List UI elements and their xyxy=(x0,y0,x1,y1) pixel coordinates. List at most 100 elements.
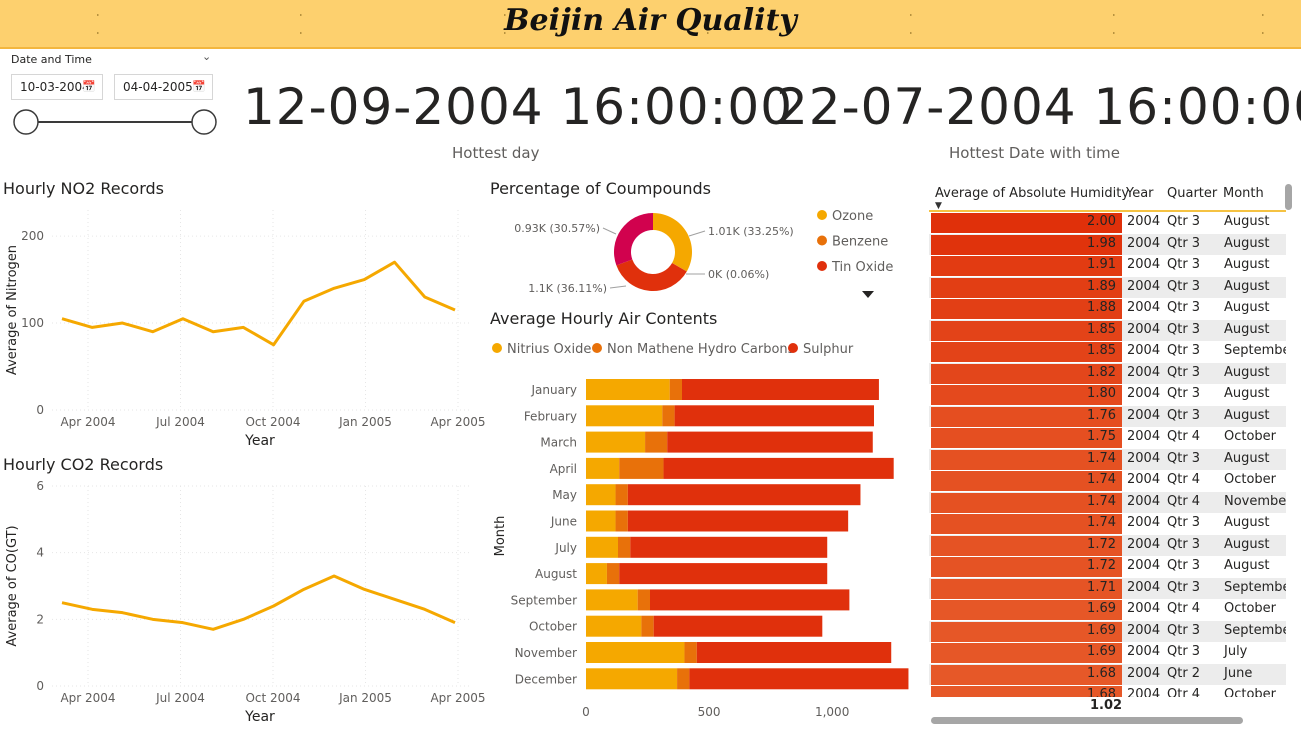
legend-label[interactable]: Ozone xyxy=(832,209,873,224)
bar-segment[interactable] xyxy=(677,668,690,690)
bar-segment[interactable] xyxy=(619,563,828,585)
bar-segment[interactable] xyxy=(586,536,618,558)
table-row[interactable]: 1.74 2004 Qtr 4 November xyxy=(929,491,1286,513)
year-cell: 2004 xyxy=(1127,300,1161,315)
table-row[interactable]: 1.76 2004 Qtr 3 August xyxy=(929,405,1286,427)
table-row[interactable]: 1.85 2004 Qtr 3 August xyxy=(929,319,1286,341)
co2-series-line[interactable] xyxy=(61,574,456,631)
bar-segment[interactable] xyxy=(662,405,675,427)
bar-segment[interactable] xyxy=(645,431,668,453)
table-row[interactable]: 1.89 2004 Qtr 3 August xyxy=(929,276,1286,298)
quarter-cell: Qtr 3 xyxy=(1167,214,1201,229)
bar-category-label: June xyxy=(550,515,577,529)
table-row[interactable]: 1.74 2004 Qtr 3 August xyxy=(929,448,1286,470)
bar-segment[interactable] xyxy=(663,457,894,479)
bar-segment[interactable] xyxy=(615,484,628,506)
table-row[interactable]: 1.68 2004 Qtr 4 October xyxy=(929,685,1286,697)
humidity-table[interactable]: Average of Absolute Humidity ▼ Year Quar… xyxy=(929,182,1286,697)
bar-segment[interactable] xyxy=(586,379,670,400)
bar-segment[interactable] xyxy=(682,379,879,400)
bar-segment[interactable] xyxy=(653,615,823,637)
bar-segment[interactable] xyxy=(650,589,850,611)
bar-segment[interactable] xyxy=(689,668,909,690)
calendar-icon[interactable]: 📅 xyxy=(82,75,96,99)
date-range-slider[interactable] xyxy=(10,106,222,138)
bar-segment[interactable] xyxy=(630,536,828,558)
bar-segment[interactable] xyxy=(586,405,663,427)
bar-segment[interactable] xyxy=(684,642,697,663)
slider-start-handle[interactable] xyxy=(13,109,39,135)
table-row[interactable]: 1.85 2004 Qtr 3 Septembe xyxy=(929,341,1286,363)
table-row[interactable]: 1.82 2004 Qtr 3 August xyxy=(929,362,1286,384)
col-header-year[interactable]: Year xyxy=(1126,186,1154,201)
legend-label[interactable]: Non Mathene Hydro Carbons xyxy=(607,342,795,357)
start-date-input[interactable]: 10-03-2004 📅 xyxy=(11,74,103,100)
bar-segment[interactable] xyxy=(586,668,678,690)
bar-segment[interactable] xyxy=(586,457,620,479)
bar-segment[interactable] xyxy=(619,457,664,479)
end-date-input[interactable]: 04-04-2005 📅 xyxy=(114,74,213,100)
month-cell: August xyxy=(1224,407,1270,423)
col-header-humidity[interactable]: Average of Absolute Humidity xyxy=(935,186,1129,201)
legend-label[interactable]: Tin Oxide xyxy=(831,260,893,275)
col-header-quarter[interactable]: Quarter xyxy=(1167,186,1217,201)
vertical-scrollbar[interactable] xyxy=(1285,184,1292,210)
bar-segment[interactable] xyxy=(627,510,849,532)
col-header-month[interactable]: Month xyxy=(1223,186,1264,201)
legend-label[interactable]: Benzene xyxy=(832,235,888,250)
bar-segment[interactable] xyxy=(586,642,685,663)
bar-segment[interactable] xyxy=(637,589,650,611)
table-row[interactable]: 1.80 2004 Qtr 3 August xyxy=(929,384,1286,406)
no2-line-chart[interactable]: 0 100 200 Apr 2004 Jul 2004 Oct 2004 Jan 2005 A… xyxy=(0,200,485,450)
bar-segment[interactable] xyxy=(606,563,620,585)
table-row[interactable]: 1.71 2004 Qtr 3 Septembe xyxy=(929,577,1286,599)
co2-line-chart[interactable]: 0 2 4 6 Apr 2004 Jul 2004 Oct 2004 Jan 2005 Apr … xyxy=(0,476,485,726)
horizontal-scrollbar[interactable] xyxy=(931,717,1243,724)
bar-segment[interactable] xyxy=(586,484,616,506)
table-row[interactable]: 1.75 2004 Qtr 4 October xyxy=(929,427,1286,449)
month-cell: August xyxy=(1224,364,1270,380)
bar-segment[interactable] xyxy=(618,536,631,558)
table-row[interactable]: 1.69 2004 Qtr 4 October xyxy=(929,599,1286,621)
donut-slice[interactable] xyxy=(653,213,692,272)
bar-segment[interactable] xyxy=(586,510,616,532)
year-cell: 2004 xyxy=(1127,235,1161,251)
chevron-down-icon[interactable]: ⌄ xyxy=(202,50,214,64)
donut-slice[interactable] xyxy=(614,213,653,266)
compounds-donut-chart[interactable]: 1.01K (33.25%) 0K (0.06%) 1.1K (36.11%) 0.9… xyxy=(486,198,906,308)
table-row[interactable]: 1.72 2004 Qtr 3 August xyxy=(929,534,1286,556)
bar-segment[interactable] xyxy=(586,563,607,585)
air-contents-bar-chart[interactable]: Nitrius Oxide Non Mathene Hydro Carbons Su… xyxy=(486,336,911,724)
table-row[interactable]: 1.74 2004 Qtr 3 August xyxy=(929,513,1286,535)
no2-series-line[interactable] xyxy=(61,260,456,347)
bar-segment[interactable] xyxy=(641,615,654,637)
no2-chart-title: Hourly NO2 Records xyxy=(3,179,164,198)
calendar-icon[interactable]: 📅 xyxy=(192,75,206,99)
legend-label[interactable]: Sulphur xyxy=(803,342,854,357)
table-row[interactable]: 2.00 2004 Qtr 3 August xyxy=(929,212,1286,234)
bar-segment[interactable] xyxy=(696,642,892,663)
bar-segment[interactable] xyxy=(674,405,874,427)
table-row[interactable]: 1.68 2004 Qtr 2 June xyxy=(929,663,1286,685)
month-cell: Septembe xyxy=(1224,343,1286,358)
slider-end-handle[interactable] xyxy=(191,109,217,135)
bar-segment[interactable] xyxy=(586,431,646,453)
co2-y-tick: 2 xyxy=(36,612,44,626)
bar-segment[interactable] xyxy=(669,379,682,400)
bar-segment[interactable] xyxy=(667,431,873,453)
quarter-cell: Qtr 4 xyxy=(1167,472,1201,487)
bar-segment[interactable] xyxy=(586,615,642,637)
triangle-down-icon[interactable] xyxy=(862,291,874,298)
table-row[interactable]: 1.72 2004 Qtr 3 August xyxy=(929,556,1286,578)
table-row[interactable]: 1.98 2004 Qtr 3 August xyxy=(929,233,1286,255)
table-row[interactable]: 1.88 2004 Qtr 3 August xyxy=(929,298,1286,320)
year-cell: 2004 xyxy=(1127,364,1161,380)
bar-segment[interactable] xyxy=(586,589,638,611)
table-row[interactable]: 1.69 2004 Qtr 3 July xyxy=(929,642,1286,664)
legend-label[interactable]: Nitrius Oxide xyxy=(507,342,591,357)
bar-segment[interactable] xyxy=(627,484,861,506)
table-row[interactable]: 1.69 2004 Qtr 3 Septembe xyxy=(929,620,1286,642)
table-row[interactable]: 1.91 2004 Qtr 3 August xyxy=(929,255,1286,277)
bar-segment[interactable] xyxy=(615,510,628,532)
table-row[interactable]: 1.74 2004 Qtr 4 October xyxy=(929,470,1286,492)
